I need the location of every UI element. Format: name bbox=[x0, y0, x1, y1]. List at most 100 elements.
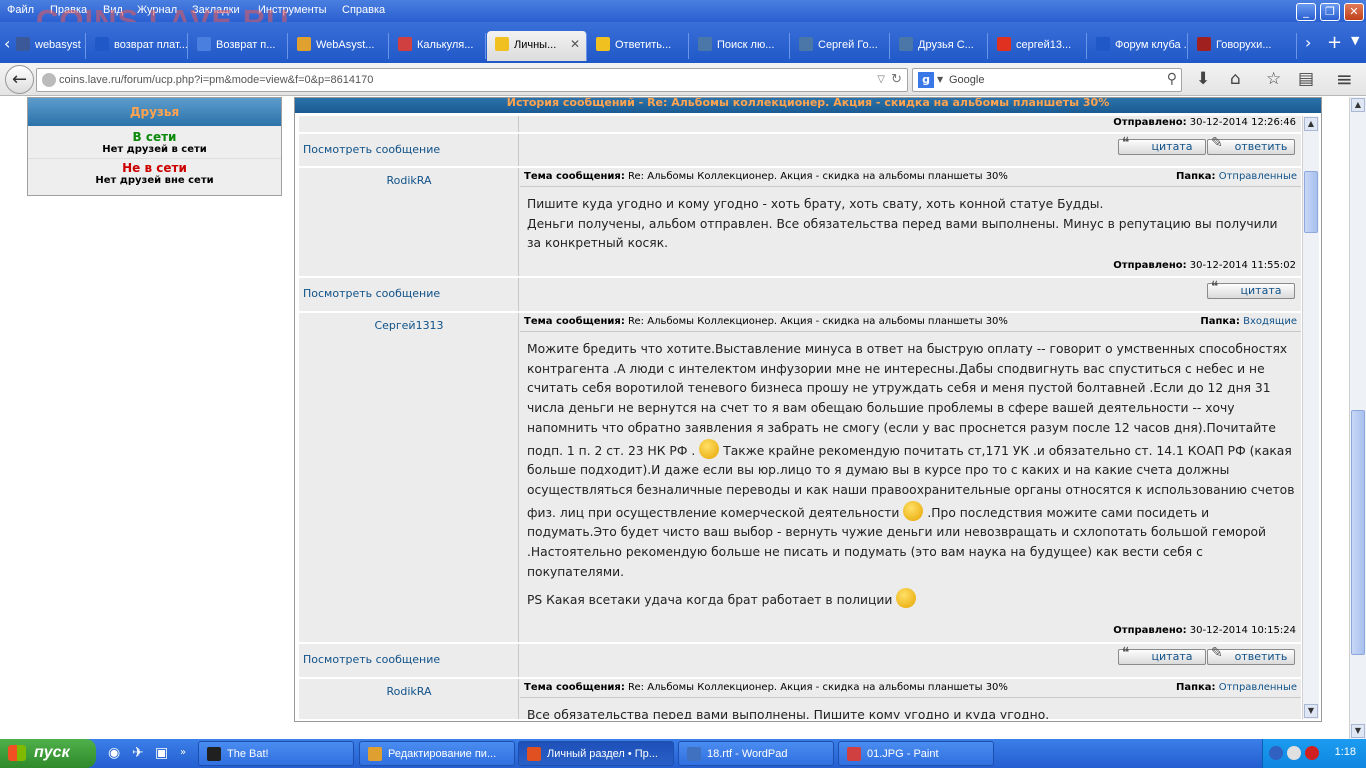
quote-button[interactable]: ❝ цитата bbox=[1118, 646, 1206, 665]
tab-label: Ответить... bbox=[615, 39, 672, 51]
tab-label: Говорухи... bbox=[1216, 39, 1272, 51]
view-message-link[interactable]: Посмотреть сообщение bbox=[303, 287, 440, 300]
scroll-down-icon[interactable]: ▼ bbox=[1351, 724, 1365, 738]
author-link[interactable]: Сергей1313 bbox=[299, 319, 519, 332]
google-engine-icon[interactable]: g bbox=[918, 72, 934, 88]
message-scrollbar[interactable]: ▲ ▼ bbox=[1302, 116, 1319, 719]
minimize-button[interactable]: _ bbox=[1296, 3, 1316, 21]
search-placeholder[interactable]: Google bbox=[949, 74, 984, 86]
folder-link[interactable]: Входящие bbox=[1243, 316, 1297, 327]
download-icon[interactable]: ⬇ bbox=[1196, 69, 1210, 89]
scrollbar-thumb[interactable] bbox=[1304, 171, 1318, 233]
browser-tab[interactable]: webasyst ... bbox=[8, 33, 86, 59]
scrollbar-thumb[interactable] bbox=[1351, 410, 1365, 655]
search-icon[interactable]: ⚲ bbox=[1167, 71, 1177, 87]
table-row: Посмотреть сообщение ❝ цитата bbox=[299, 278, 1301, 312]
browser-tab[interactable]: Друзья С... bbox=[891, 33, 988, 59]
maximize-button[interactable]: ❐ bbox=[1320, 3, 1340, 21]
browser-tab[interactable]: Поиск лю... bbox=[690, 33, 790, 59]
page-scrollbar[interactable]: ▲ ▼ bbox=[1349, 97, 1366, 739]
tab-favicon-icon bbox=[297, 37, 311, 51]
tab-label: Сергей Го... bbox=[818, 39, 878, 51]
taskbar-task[interactable]: Редактирование пи... bbox=[359, 741, 515, 766]
folder-link[interactable]: Отправленные bbox=[1219, 171, 1297, 182]
scroll-up-icon[interactable]: ▲ bbox=[1351, 98, 1365, 112]
quote-icon: ❝ bbox=[1122, 135, 1130, 151]
tab-favicon-icon bbox=[899, 37, 913, 51]
folder-link[interactable]: Отправленные bbox=[1219, 682, 1297, 693]
quote-button[interactable]: ❝ цитата bbox=[1207, 280, 1295, 299]
quote-button[interactable]: ❝ цитата bbox=[1118, 135, 1206, 155]
tray-network-icon[interactable] bbox=[1287, 746, 1301, 760]
clock: 1:18 bbox=[1334, 746, 1356, 758]
author-link[interactable]: RodikRA bbox=[299, 174, 519, 187]
taskbar-task[interactable]: The Bat! bbox=[198, 741, 354, 766]
browser-tab[interactable]: Возврат п... bbox=[189, 33, 288, 59]
menu-help[interactable]: Справка bbox=[342, 4, 385, 16]
tab-label: Поиск лю... bbox=[717, 39, 775, 51]
tab-favicon-icon bbox=[16, 37, 30, 51]
bookmark-star-icon[interactable]: ☆ bbox=[1266, 69, 1281, 89]
engine-dropdown-icon[interactable]: ▼ bbox=[937, 75, 943, 84]
view-message-link[interactable]: Посмотреть сообщение bbox=[303, 143, 440, 156]
browser-tab[interactable]: WebAsyst... bbox=[289, 33, 389, 59]
scroll-down-icon[interactable]: ▼ bbox=[1304, 704, 1318, 718]
browser-tab[interactable]: Ответить... bbox=[588, 33, 689, 59]
subject-bar: Тема сообщения: Re: Альбомы Коллекционер… bbox=[520, 168, 1301, 187]
close-window-button[interactable]: ✕ bbox=[1344, 3, 1364, 21]
url-text[interactable]: coins.lave.ru/forum/ucp.php?i=pm&mode=vi… bbox=[59, 74, 373, 86]
back-button[interactable]: ← bbox=[5, 65, 34, 94]
quicklaunch-app-icon[interactable]: ✈ bbox=[132, 745, 144, 761]
taskbar-task[interactable]: 01.JPG - Paint bbox=[838, 741, 994, 766]
message-history-panel: История сообщений - Re: Альбомы коллекци… bbox=[294, 97, 1322, 722]
message-row: RodikRA Тема сообщения: Re: Альбомы Колл… bbox=[299, 679, 1301, 719]
tab-favicon-icon bbox=[495, 37, 509, 51]
tab-list-icon[interactable]: ▼ bbox=[1351, 34, 1359, 47]
menu-hamburger-icon[interactable]: ≡ bbox=[1336, 67, 1353, 91]
tray-opera-icon[interactable] bbox=[1305, 746, 1319, 760]
reading-list-icon[interactable]: ▤ bbox=[1298, 69, 1314, 89]
tab-label: WebAsyst... bbox=[316, 39, 375, 51]
quicklaunch-tool-icon[interactable]: ▣ bbox=[155, 745, 168, 761]
start-button[interactable]: пуск bbox=[0, 739, 96, 768]
tab-close-icon[interactable]: ✕ bbox=[570, 37, 580, 51]
browser-tab[interactable]: сергей13... bbox=[989, 33, 1087, 59]
tab-label: Возврат п... bbox=[216, 39, 276, 51]
taskbar-task[interactable]: 18.rtf - WordPad bbox=[678, 741, 834, 766]
menu-file[interactable]: Файл bbox=[7, 4, 34, 16]
new-tab-icon[interactable]: + bbox=[1327, 32, 1342, 53]
task-label: 01.JPG - Paint bbox=[867, 748, 939, 760]
message-body: Все обязательства перед вами выполнены. … bbox=[527, 708, 1050, 719]
site-identity-icon[interactable] bbox=[42, 73, 56, 87]
reply-icon: ✎ bbox=[1211, 135, 1223, 151]
browser-tab[interactable]: Калькуля... bbox=[390, 33, 486, 59]
taskbar-task[interactable]: Личный раздел • Пр... bbox=[518, 741, 674, 766]
browser-tab[interactable]: Сергей Го... bbox=[791, 33, 890, 59]
tab-scroll-right-icon[interactable]: › bbox=[1305, 33, 1311, 52]
message-body: Пишите куда угодно и кому угодно - хоть … bbox=[527, 197, 1278, 251]
reply-button[interactable]: ✎ ответить bbox=[1207, 135, 1295, 155]
view-message-link[interactable]: Посмотреть сообщение bbox=[303, 653, 440, 666]
address-bar[interactable]: coins.lave.ru/forum/ucp.php?i=pm&mode=vi… bbox=[36, 68, 908, 92]
tray-collapse-icon[interactable] bbox=[1269, 746, 1283, 760]
browser-tab[interactable]: Личны... ✕ bbox=[487, 31, 587, 61]
smiley-icon bbox=[699, 438, 720, 459]
author-link[interactable]: RodikRA bbox=[299, 685, 519, 698]
browser-tab[interactable]: Форум клуба ... bbox=[1088, 33, 1188, 59]
folder-label: Папка: Входящие bbox=[1200, 316, 1297, 327]
quicklaunch-expand-icon[interactable]: » bbox=[180, 747, 186, 758]
tab-favicon-icon bbox=[997, 37, 1011, 51]
scroll-up-icon[interactable]: ▲ bbox=[1304, 117, 1318, 131]
home-icon[interactable]: ⌂ bbox=[1230, 69, 1241, 89]
task-app-icon bbox=[687, 747, 701, 761]
browser-tab[interactable]: Говорухи... bbox=[1189, 33, 1297, 59]
quicklaunch-browser-icon[interactable]: ◉ bbox=[108, 745, 120, 761]
task-label: Личный раздел • Пр... bbox=[547, 748, 658, 760]
browser-tab[interactable]: возврат плат... bbox=[87, 33, 188, 59]
url-dropdown-icon[interactable]: ▽ bbox=[877, 74, 885, 85]
reply-button[interactable]: ✎ ответить bbox=[1207, 646, 1295, 665]
reload-icon[interactable]: ↻ bbox=[891, 72, 902, 87]
navigation-bar: ← coins.lave.ru/forum/ucp.php?i=pm&mode=… bbox=[0, 63, 1366, 96]
tab-favicon-icon bbox=[596, 37, 610, 51]
search-box[interactable]: g ▼ Google ⚲ bbox=[912, 68, 1182, 92]
